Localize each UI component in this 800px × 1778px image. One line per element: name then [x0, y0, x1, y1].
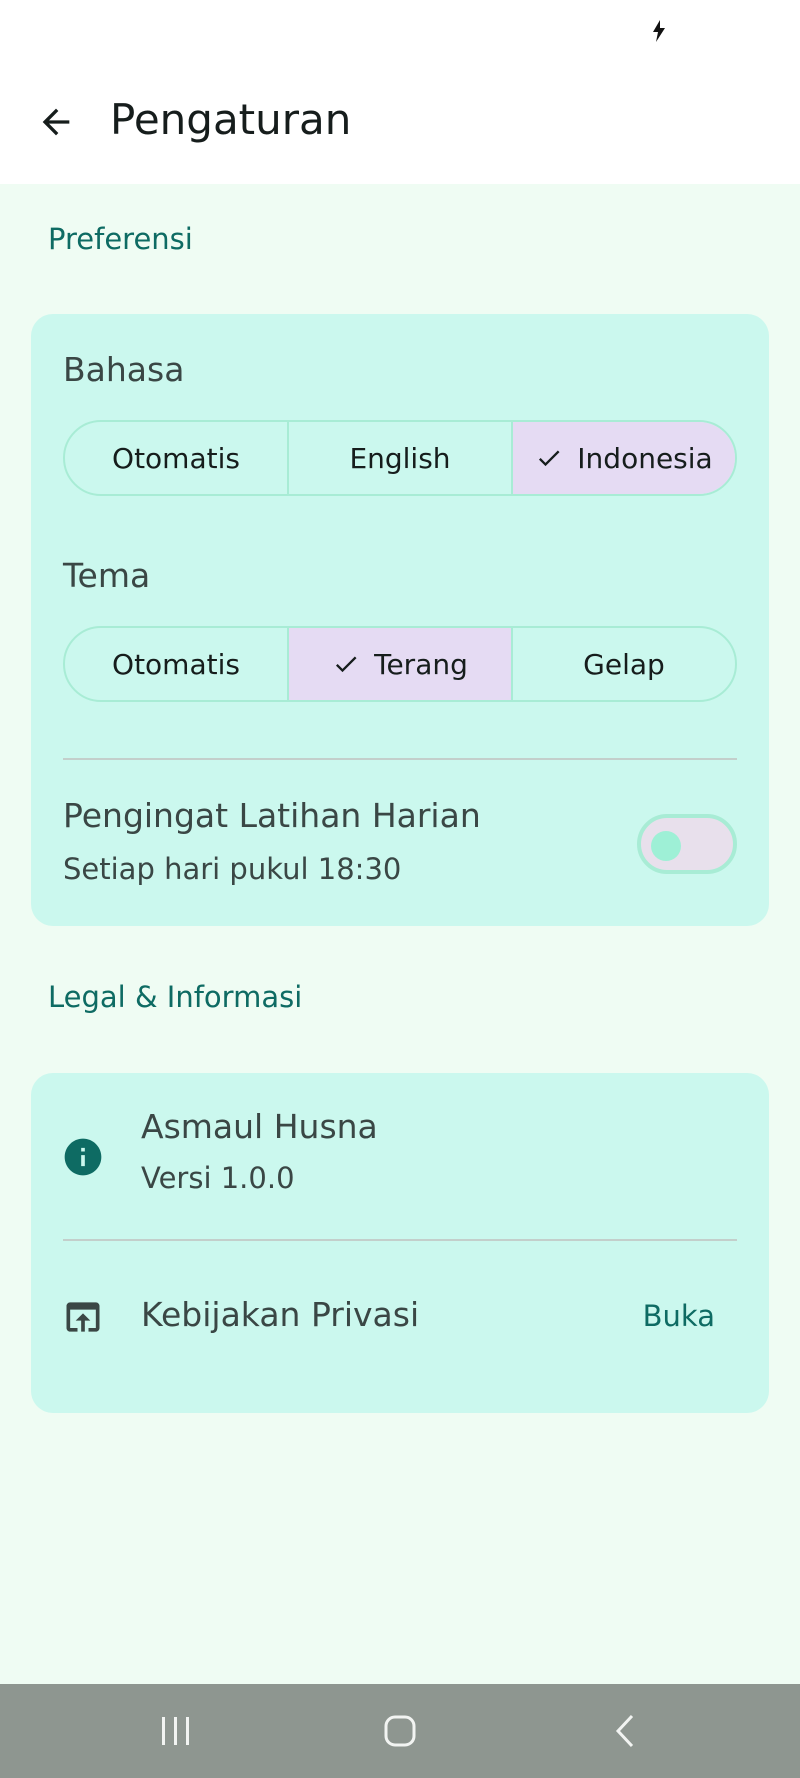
- recent-apps-button[interactable]: [146, 1706, 206, 1756]
- home-icon: [384, 1715, 416, 1747]
- theme-option-dark[interactable]: Gelap: [513, 628, 735, 700]
- theme-option-light[interactable]: Terang: [289, 628, 513, 700]
- app-version: Versi 1.0.0: [141, 1161, 295, 1195]
- preferences-card: Bahasa Otomatis English Indonesia Tema O…: [31, 314, 769, 926]
- language-selector: Otomatis English Indonesia: [63, 420, 737, 496]
- language-option-indonesia[interactable]: Indonesia: [513, 422, 735, 494]
- system-nav-bar: [0, 1684, 800, 1778]
- divider: [63, 758, 737, 760]
- status-bar: [0, 0, 800, 60]
- language-option-auto[interactable]: Otomatis: [65, 422, 289, 494]
- reminder-title: Pengingat Latihan Harian: [63, 796, 481, 835]
- open-privacy-button[interactable]: Buka: [643, 1299, 715, 1333]
- app-name: Asmaul Husna: [141, 1107, 378, 1146]
- reminder-subtitle: Setiap hari pukul 18:30: [63, 852, 402, 886]
- theme-label: Tema: [63, 556, 151, 595]
- app-bar: Pengaturan: [0, 60, 800, 184]
- language-label: Bahasa: [63, 350, 185, 389]
- home-button[interactable]: [370, 1706, 430, 1756]
- reminder-toggle[interactable]: [637, 814, 737, 874]
- charging-bolt-icon: [653, 20, 665, 42]
- section-header-preferences: Preferensi: [48, 222, 193, 256]
- open-in-browser-icon: [66, 1302, 100, 1332]
- privacy-policy-row[interactable]: Kebijakan Privasi Buka: [31, 1241, 769, 1413]
- privacy-policy-label: Kebijakan Privasi: [141, 1295, 420, 1334]
- check-icon: [336, 656, 357, 673]
- info-icon: [64, 1138, 102, 1176]
- language-option-english[interactable]: English: [289, 422, 513, 494]
- recent-apps-icon: [162, 1717, 189, 1745]
- page-title: Pengaturan: [110, 95, 352, 144]
- legal-card: Asmaul Husna Versi 1.0.0 Kebijakan Priva…: [31, 1073, 769, 1413]
- section-header-legal: Legal & Informasi: [48, 980, 303, 1014]
- theme-option-auto[interactable]: Otomatis: [65, 628, 289, 700]
- back-button[interactable]: [28, 94, 84, 150]
- theme-selector: Otomatis Terang Gelap: [63, 626, 737, 702]
- check-icon: [539, 450, 560, 467]
- chevron-left-icon: [615, 1714, 634, 1748]
- arrow-left-icon: [42, 108, 70, 136]
- toggle-thumb: [651, 831, 681, 861]
- back-nav-button[interactable]: [596, 1706, 656, 1756]
